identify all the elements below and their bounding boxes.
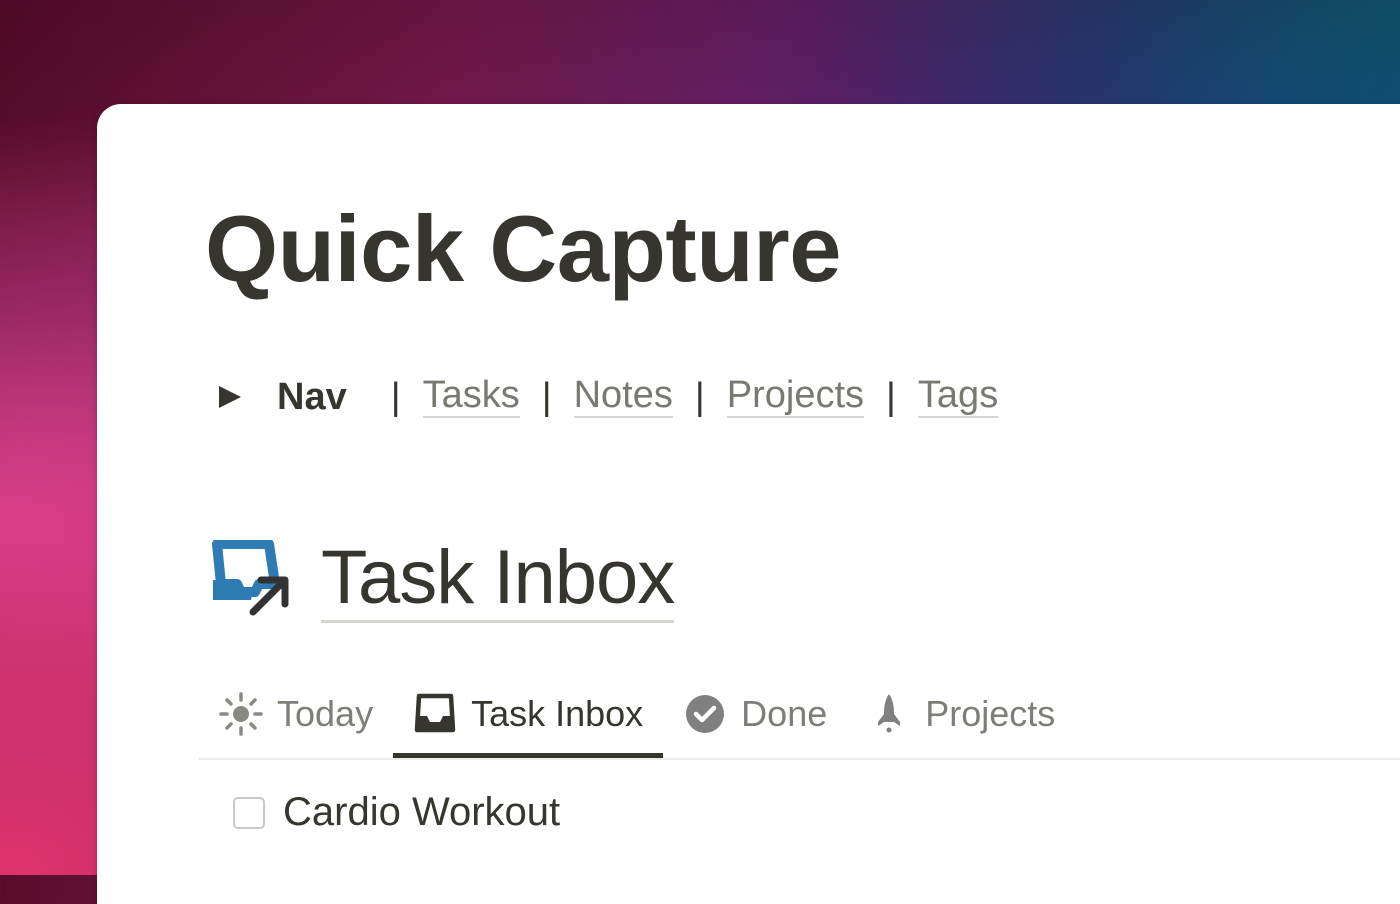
task-item: Cardio Workout: [233, 790, 560, 835]
nav-separator: |: [694, 375, 705, 418]
task-label[interactable]: Cardio Workout: [283, 790, 560, 835]
tab-today[interactable]: Today: [199, 674, 393, 754]
nav-separator: |: [886, 375, 896, 418]
tab-label: Task Inbox: [471, 693, 644, 734]
section-header: Task Inbox: [211, 536, 675, 623]
task-checkbox[interactable]: [233, 796, 265, 829]
tab-projects[interactable]: Projects: [847, 674, 1075, 754]
tab-done[interactable]: Done: [663, 674, 847, 754]
nav-label: Nav: [277, 375, 347, 418]
nav-separator: |: [390, 375, 401, 418]
triangle-right-icon[interactable]: [219, 386, 241, 408]
rocket-icon: [867, 692, 911, 736]
nav-link-tasks[interactable]: Tasks: [422, 375, 520, 418]
nav-link-notes[interactable]: Notes: [573, 375, 673, 418]
tab-label: Done: [741, 693, 828, 734]
sun-icon: [219, 692, 263, 736]
tab-label: Projects: [925, 693, 1056, 734]
inbox-arrow-icon: [212, 540, 289, 616]
section-title[interactable]: Task Inbox: [321, 536, 675, 623]
tab-task-inbox[interactable]: Task Inbox: [393, 674, 664, 758]
nav-link-projects[interactable]: Projects: [726, 375, 865, 418]
check-circle-icon: [683, 692, 727, 736]
view-tabs: Today Task Inbox Done Projects: [199, 674, 1400, 760]
nav-toggle-block: Nav | Tasks | Notes | Projects | Tags: [219, 372, 999, 422]
nav-link-tags[interactable]: Tags: [917, 375, 999, 418]
nav-separator: |: [541, 375, 552, 418]
app-window: Quick Capture Nav | Tasks | Notes | Proj…: [97, 104, 1400, 904]
tab-label: Today: [277, 693, 374, 734]
inbox-tray-icon: [413, 692, 457, 736]
page-title: Quick Capture: [205, 196, 842, 301]
